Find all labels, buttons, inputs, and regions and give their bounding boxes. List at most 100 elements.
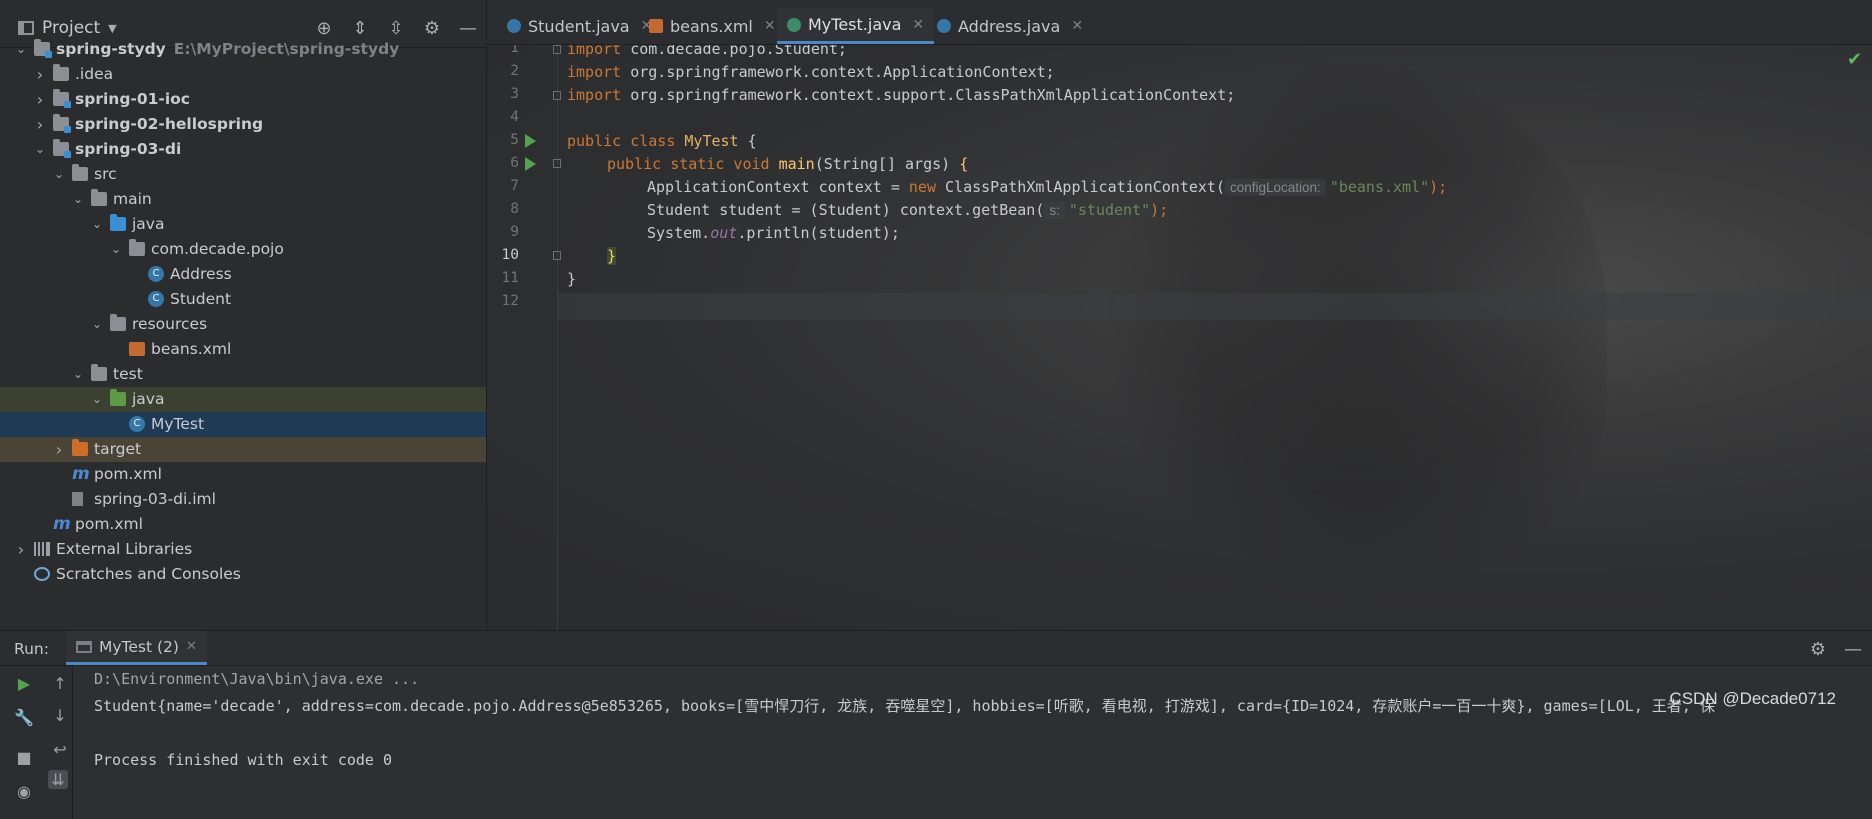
- tree-item-label: beans.xml: [151, 340, 232, 358]
- chevron-down-icon[interactable]: ⌄: [14, 37, 28, 62]
- chevron-right-icon[interactable]: ›: [33, 62, 47, 87]
- tab-mytest-java[interactable]: MyTest.java ✕: [777, 8, 935, 44]
- tab-label: MyTest.java: [808, 15, 902, 34]
- tree-item[interactable]: ⌄ spring-03-di: [0, 137, 486, 162]
- close-icon[interactable]: ✕: [1071, 18, 1083, 34]
- fold-marker-icon[interactable]: [553, 159, 561, 168]
- line-number[interactable]: 10: [487, 247, 519, 263]
- module-folder-icon: [53, 89, 71, 108]
- chevron-right-icon[interactable]: ›: [33, 112, 47, 137]
- expand-all-icon[interactable]: ⇕: [350, 18, 370, 39]
- tab-label: beans.xml: [670, 16, 753, 36]
- chevron-down-icon[interactable]: ⌄: [90, 387, 104, 412]
- tree-item[interactable]: ⌄ java: [0, 387, 486, 412]
- rerun-icon[interactable]: ▶: [14, 674, 34, 693]
- soft-wrap-icon[interactable]: ↩: [50, 740, 70, 759]
- stop-icon[interactable]: ■: [14, 748, 34, 767]
- tree-item-label: External Libraries: [56, 540, 193, 558]
- line-number[interactable]: 4: [487, 109, 519, 125]
- tree-item[interactable]: C Student: [0, 287, 486, 312]
- tree-item-label: Student: [170, 290, 232, 308]
- wrench-icon[interactable]: 🔧: [14, 708, 34, 727]
- tree-item[interactable]: ⌄ main: [0, 187, 486, 212]
- code-editor[interactable]: 1 2 3 4 5 6 7 8 9 10 11 12 ✔ import com.decade.pojo…: [487, 45, 1872, 630]
- chevron-down-icon[interactable]: ⌄: [71, 362, 85, 387]
- chevron-right-icon[interactable]: ›: [14, 537, 28, 562]
- check-icon[interactable]: ✔: [1847, 49, 1862, 70]
- xml-file-icon: [129, 342, 145, 356]
- tree-item[interactable]: beans.xml: [0, 337, 486, 362]
- run-console[interactable]: D:\Environment\Java\bin\java.exe ... Stu…: [73, 666, 1872, 819]
- line-number[interactable]: 6: [487, 155, 519, 171]
- locate-icon[interactable]: ⊕: [314, 18, 334, 39]
- iml-file-icon: [72, 492, 83, 506]
- close-icon[interactable]: ✕: [764, 18, 776, 34]
- up-arrow-icon[interactable]: ↑: [50, 674, 70, 693]
- module-folder-icon: [34, 39, 52, 58]
- line-number[interactable]: 12: [487, 293, 519, 309]
- chevron-down-icon[interactable]: ⌄: [52, 162, 66, 187]
- fold-marker-icon[interactable]: [553, 91, 561, 100]
- tree-item-label: spring-03-di: [75, 140, 182, 158]
- tree-item-label: .idea: [75, 65, 114, 83]
- tree-item[interactable]: ⌄ spring-stydy E:\MyProject\spring-stydy: [0, 37, 486, 62]
- chevron-right-icon[interactable]: ›: [52, 437, 66, 462]
- line-number[interactable]: 1: [487, 45, 519, 56]
- tree-item[interactable]: › spring-02-hellospring: [0, 112, 486, 137]
- minimize-icon[interactable]: —: [458, 18, 478, 39]
- project-view-selector[interactable]: Project ▼: [18, 18, 117, 38]
- line-number[interactable]: 3: [487, 86, 519, 102]
- line-number[interactable]: 8: [487, 201, 519, 217]
- tree-item[interactable]: › External Libraries: [0, 537, 486, 562]
- down-arrow-icon[interactable]: ↓: [50, 706, 70, 725]
- chevron-down-icon[interactable]: ⌄: [71, 187, 85, 212]
- tree-item-label: MyTest: [151, 415, 205, 433]
- tree-item[interactable]: ⌄ java: [0, 212, 486, 237]
- tree-item[interactable]: ⌄ test: [0, 362, 486, 387]
- line-number[interactable]: 5: [487, 132, 519, 148]
- tab-beans-xml[interactable]: beans.xml ✕: [639, 8, 786, 44]
- fold-marker-icon[interactable]: [553, 45, 561, 54]
- tree-item[interactable]: C MyTest: [0, 412, 486, 437]
- tree-item[interactable]: ⌄ resources: [0, 312, 486, 337]
- tree-item[interactable]: ⌄ src: [0, 162, 486, 187]
- tree-item[interactable]: C Address: [0, 262, 486, 287]
- run-label: Run:: [14, 640, 49, 658]
- line-number[interactable]: 7: [487, 178, 519, 194]
- tree-item[interactable]: Scratches and Consoles: [0, 562, 486, 587]
- tree-item-label: spring-stydy E:\MyProject\spring-stydy: [56, 40, 400, 58]
- camera-icon[interactable]: ◉: [14, 782, 34, 801]
- tree-item[interactable]: ⌄ com.decade.pojo: [0, 237, 486, 262]
- run-tab-mytest[interactable]: MyTest (2) ✕: [66, 631, 207, 665]
- chevron-down-icon[interactable]: ⌄: [90, 312, 104, 337]
- tree-item-path: E:\MyProject\spring-stydy: [173, 40, 400, 58]
- line-number[interactable]: 2: [487, 63, 519, 79]
- line-number[interactable]: 9: [487, 224, 519, 240]
- run-gutter-icon[interactable]: [525, 134, 536, 148]
- run-gutter-icon[interactable]: [525, 157, 536, 171]
- line-number[interactable]: 11: [487, 270, 519, 286]
- tree-item[interactable]: › .idea: [0, 62, 486, 87]
- gear-icon[interactable]: ⚙: [422, 18, 442, 39]
- fold-marker-icon[interactable]: [553, 251, 561, 260]
- class-icon: [507, 19, 521, 33]
- tree-item[interactable]: m pom.xml: [0, 512, 486, 537]
- tree-item[interactable]: m pom.xml: [0, 462, 486, 487]
- chevron-down-icon[interactable]: ⌄: [33, 137, 47, 162]
- tree-item[interactable]: › target: [0, 437, 486, 462]
- chevron-right-icon[interactable]: ›: [33, 87, 47, 112]
- chevron-down-icon[interactable]: ⌄: [90, 212, 104, 237]
- tree-item[interactable]: spring-03-di.iml: [0, 487, 486, 512]
- chevron-down-icon[interactable]: ⌄: [109, 237, 123, 262]
- collapse-all-icon[interactable]: ⇳: [386, 18, 406, 39]
- scroll-to-end-icon[interactable]: ⇊: [48, 770, 68, 789]
- project-tool-window: Project ▼ ⊕ ⇕ ⇳ ⚙ — ⌄ spring-stydy E:\MyPr…: [0, 0, 487, 630]
- tab-address-java[interactable]: Address.java ✕: [927, 8, 1093, 44]
- close-icon[interactable]: ✕: [912, 17, 924, 33]
- gear-icon[interactable]: ⚙: [1810, 639, 1826, 660]
- tab-student-java[interactable]: Student.java ✕: [497, 8, 662, 44]
- tab-label: Address.java: [958, 16, 1061, 36]
- close-icon[interactable]: ✕: [186, 639, 197, 654]
- minimize-icon[interactable]: —: [1844, 639, 1862, 660]
- tree-item[interactable]: › spring-01-ioc: [0, 87, 486, 112]
